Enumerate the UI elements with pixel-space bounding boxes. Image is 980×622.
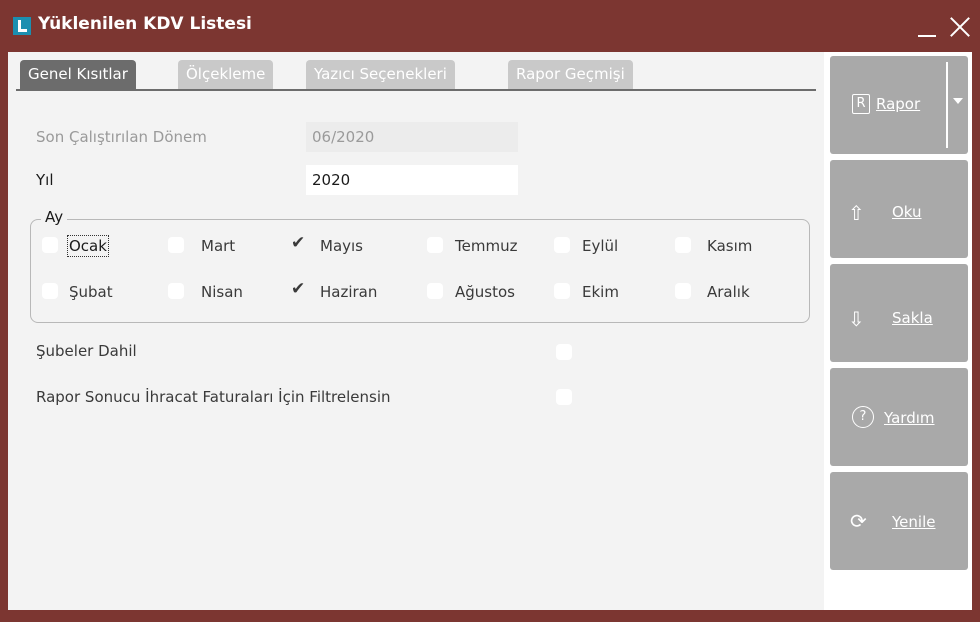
report-label: Rapor xyxy=(876,95,921,113)
month-groupbox xyxy=(30,219,810,323)
save-icon: ⇩ xyxy=(848,307,865,331)
refresh-label: Yenile xyxy=(892,513,936,531)
month-checkbox-ocak[interactable] xyxy=(42,237,58,253)
read-button[interactable]: ⇧ Oku xyxy=(830,160,968,258)
month-checkbox-agustos[interactable] xyxy=(427,283,443,299)
month-checkbox-nisan[interactable] xyxy=(168,283,184,299)
read-label: Oku xyxy=(892,203,922,221)
split-divider xyxy=(946,62,948,148)
month-label-temmuz[interactable]: Temmuz xyxy=(455,237,517,255)
month-checkbox-subat[interactable] xyxy=(42,283,58,299)
export-filter-label: Rapor Sonucu İhracat Faturaları İçin Fil… xyxy=(36,388,391,406)
report-icon: R xyxy=(852,94,870,114)
action-sidebar: R Rapor ⇧ Oku ⇩ Sakla ? Yardım ⟳ Yenile xyxy=(824,52,972,610)
dropdown-caret-icon[interactable] xyxy=(953,98,963,104)
branches-included-label: Şubeler Dahil xyxy=(36,342,137,360)
month-checkmark-mayis[interactable]: ✔ xyxy=(291,234,305,252)
refresh-button[interactable]: ⟳ Yenile xyxy=(830,472,968,570)
report-button[interactable]: R Rapor xyxy=(830,56,968,154)
month-checkbox-kasim[interactable] xyxy=(675,237,691,253)
tab-genel-kisitlar[interactable]: Genel Kısıtlar xyxy=(20,60,136,90)
app-window: Yüklenilen KDV Listesi Genel Kısıtlar Öl… xyxy=(0,0,980,622)
month-label-aralik[interactable]: Aralık xyxy=(707,283,750,301)
month-checkbox-eylul[interactable] xyxy=(554,237,570,253)
branches-included-checkbox[interactable] xyxy=(556,344,572,360)
minimize-icon xyxy=(918,35,936,37)
tab-rapor-gecmisi[interactable]: Rapor Geçmişi xyxy=(508,60,633,90)
month-label-nisan[interactable]: Nisan xyxy=(201,283,243,301)
close-button[interactable] xyxy=(948,10,972,40)
month-checkbox-aralik[interactable] xyxy=(675,283,691,299)
month-label-mart[interactable]: Mart xyxy=(201,237,235,255)
save-button[interactable]: ⇩ Sakla xyxy=(830,264,968,362)
month-label-agustos[interactable]: Ağustos xyxy=(455,283,515,301)
month-label-eylul[interactable]: Eylül xyxy=(582,237,618,255)
form-pane: Genel Kısıtlar Ölçekleme Yazıcı Seçenekl… xyxy=(8,52,824,610)
month-label-haziran[interactable]: Haziran xyxy=(320,283,377,301)
month-label-subat[interactable]: Şubat xyxy=(69,283,113,301)
last-period-label: Son Çalıştırılan Dönem xyxy=(36,128,207,146)
help-icon: ? xyxy=(852,406,874,428)
minimize-button[interactable] xyxy=(916,10,940,40)
month-checkmark-haziran[interactable]: ✔ xyxy=(291,280,305,298)
month-checkbox-temmuz[interactable] xyxy=(427,237,443,253)
help-button[interactable]: ? Yardım xyxy=(830,368,968,466)
month-checkbox-mart[interactable] xyxy=(168,237,184,253)
year-label: Yıl xyxy=(36,171,54,189)
last-period-field: 06/2020 xyxy=(306,122,518,152)
month-checkbox-ekim[interactable] xyxy=(554,283,570,299)
tab-yazici-secenekleri[interactable]: Yazıcı Seçenekleri xyxy=(306,60,455,90)
month-label-mayis[interactable]: Mayıs xyxy=(320,237,363,255)
month-group-title: Ay xyxy=(41,208,68,226)
export-filter-checkbox[interactable] xyxy=(556,389,572,405)
app-logo-icon xyxy=(13,17,31,35)
tab-underline xyxy=(16,89,816,91)
save-label: Sakla xyxy=(892,309,933,327)
month-label-ocak[interactable]: Ocak xyxy=(67,235,109,257)
client-area: Genel Kısıtlar Ölçekleme Yazıcı Seçenekl… xyxy=(8,52,972,610)
help-label: Yardım xyxy=(884,409,935,427)
open-icon: ⇧ xyxy=(848,201,865,225)
title-bar[interactable]: Yüklenilen KDV Listesi xyxy=(0,0,980,52)
refresh-icon: ⟳ xyxy=(850,509,867,533)
window-title: Yüklenilen KDV Listesi xyxy=(38,14,252,34)
year-field[interactable]: 2020 xyxy=(306,165,518,195)
month-label-kasim[interactable]: Kasım xyxy=(707,237,752,255)
month-label-ekim[interactable]: Ekim xyxy=(582,283,619,301)
tab-olcekleme[interactable]: Ölçekleme xyxy=(178,60,274,90)
